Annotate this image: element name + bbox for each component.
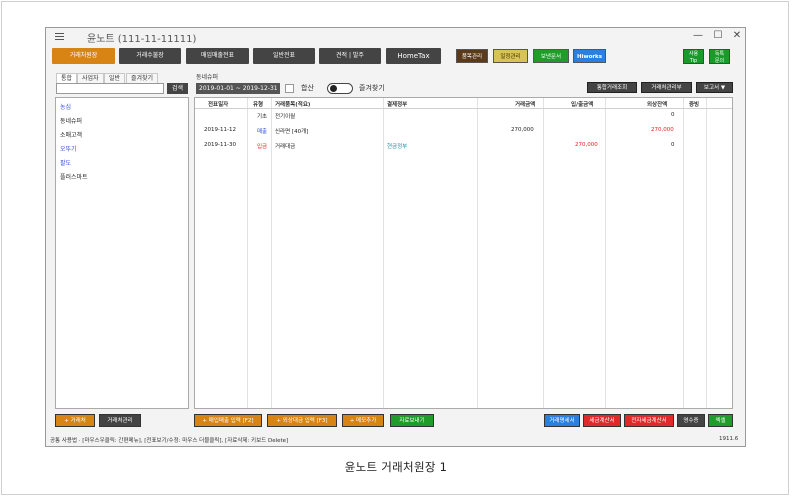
col-inout[interactable]: 입/출금액: [571, 100, 593, 108]
receipt-button[interactable]: 영수증: [677, 414, 705, 427]
table-row-date[interactable]: 2019-11-12: [204, 127, 236, 133]
tab-trade-ledger[interactable]: 거래수불장: [119, 48, 181, 64]
hamburger-menu-icon[interactable]: [55, 33, 64, 40]
table-row-date[interactable]: 2019-11-30: [204, 142, 236, 148]
add-credit-payment-button[interactable]: + 외상대금 입력 [F3]: [267, 414, 337, 427]
hapsan-checkbox[interactable]: [285, 84, 294, 93]
table-row-type[interactable]: 입금: [257, 142, 267, 150]
partner-manage-button[interactable]: 거래처관리: [99, 414, 141, 427]
col-payment[interactable]: 결제정부: [387, 100, 407, 108]
list-item[interactable]: 동네슈퍼: [60, 116, 82, 125]
table-row-type[interactable]: 매출: [257, 127, 267, 135]
integrated-search-button[interactable]: 통합거래조회: [587, 82, 637, 93]
col-proof[interactable]: 증빙: [689, 100, 699, 108]
sent-docs-button[interactable]: 보낸문서: [533, 49, 569, 63]
minimize-button[interactable]: —: [691, 29, 705, 43]
col-amount[interactable]: 거래금액: [515, 100, 535, 108]
e-tax-invoice-button[interactable]: 전자세금계산서: [624, 414, 674, 427]
tab-sales-purchase-slip[interactable]: 매입매출전표: [186, 48, 249, 64]
col-type[interactable]: 유형: [253, 100, 263, 108]
image-caption: 윤노트 거래처원장 1: [344, 460, 448, 474]
inquiry-button[interactable]: 독특 문의: [709, 49, 730, 64]
table-row-balance[interactable]: 0: [671, 142, 675, 148]
list-item[interactable]: 팔도: [60, 158, 71, 167]
list-item[interactable]: 플러스마트: [60, 172, 88, 181]
favorite-toggle[interactable]: [327, 83, 353, 94]
table-row-balance[interactable]: 0: [671, 112, 675, 118]
tax-invoice-button[interactable]: 세금계산서: [583, 414, 621, 427]
send-data-button[interactable]: 자료보내기: [390, 414, 434, 427]
close-button[interactable]: ✕: [730, 29, 744, 43]
table-row-item[interactable]: 신라면 [40개]: [275, 127, 308, 135]
table-row-type[interactable]: 기초: [257, 112, 267, 120]
partner-list: 농심 동네슈퍼 소매고객 오뚜기 팔도 플러스마트: [55, 97, 189, 409]
hapsan-label: 합산: [301, 84, 314, 92]
usage-tip-button[interactable]: 사용 Tip: [683, 49, 704, 64]
add-memo-button[interactable]: + 메모추가: [342, 414, 384, 427]
usage-hint: 공통 사용법 · [마우스우클릭: 간편메뉴], [전표보기/수정: 마우스 더…: [50, 438, 289, 444]
window-title: 윤노트 (111-11-11111): [87, 34, 197, 45]
col-item[interactable]: 거래품목(적요): [275, 100, 310, 108]
maximize-button[interactable]: ☐: [711, 29, 725, 43]
item-manage-button[interactable]: 품목관리: [456, 49, 488, 63]
col-balance[interactable]: 외상잔액: [647, 100, 667, 108]
tab-partner-ledger[interactable]: 거래처원장: [52, 48, 115, 64]
tab-hometax[interactable]: HomeTax: [386, 48, 441, 64]
status-bar: 공통 사용법 · [마우스우클릭: 간편메뉴], [전표보기/수정: 마우스 더…: [46, 433, 745, 446]
schedule-manage-button[interactable]: 일정관리: [493, 49, 528, 63]
app-window: 윤노트 (111-11-11111) — ☐ ✕ 거래처원장 거래수불장 매입매…: [45, 27, 746, 447]
table-row-payment[interactable]: 현금정부: [387, 142, 407, 150]
add-partner-button[interactable]: + 거래처: [55, 414, 95, 427]
table-row-inout[interactable]: 270,000: [575, 142, 598, 148]
excel-button[interactable]: 엑셀: [708, 414, 733, 427]
partner-manage-book-button[interactable]: 거래처관리부: [641, 82, 692, 93]
tab-quote-order[interactable]: 견적 | 발주: [319, 48, 381, 64]
toggle-knob: [330, 85, 337, 92]
selected-partner-title: 동네슈퍼: [196, 74, 219, 81]
partner-search-input[interactable]: [56, 83, 164, 94]
table-row-amount[interactable]: 270,000: [511, 127, 534, 133]
col-date[interactable]: 전표일자: [208, 100, 228, 108]
list-item[interactable]: 농심: [60, 102, 71, 111]
favorite-label: 즐겨찾기: [359, 84, 385, 92]
ledger-table: 전표일자 유형 거래품목(적요) 결제정부 거래금액 입/출금액 외상잔액 증빙…: [194, 97, 733, 409]
date-range-field[interactable]: 2019-01-01 ~ 2019-12-31: [196, 83, 280, 94]
version-label: 1911.6: [719, 436, 739, 442]
list-item[interactable]: 오뚜기: [60, 144, 77, 153]
title-bar: 윤노트 (111-11-11111) — ☐ ✕: [46, 28, 745, 45]
table-row-item[interactable]: 전기이월: [275, 112, 295, 120]
report-dropdown-button[interactable]: 보고서 ▼: [696, 82, 733, 93]
list-item[interactable]: 소매고객: [60, 130, 82, 139]
statement-button[interactable]: 거래명세서: [544, 414, 580, 427]
search-button[interactable]: 검색: [167, 83, 188, 94]
table-row-balance[interactable]: 270,000: [651, 127, 674, 133]
add-sales-purchase-button[interactable]: + 매입매출 입력 [F2]: [194, 414, 262, 427]
tab-general-slip[interactable]: 일반전표: [253, 48, 315, 64]
hiworks-button[interactable]: Hiworks: [573, 49, 606, 63]
table-row-item[interactable]: 거래대금: [275, 142, 295, 150]
